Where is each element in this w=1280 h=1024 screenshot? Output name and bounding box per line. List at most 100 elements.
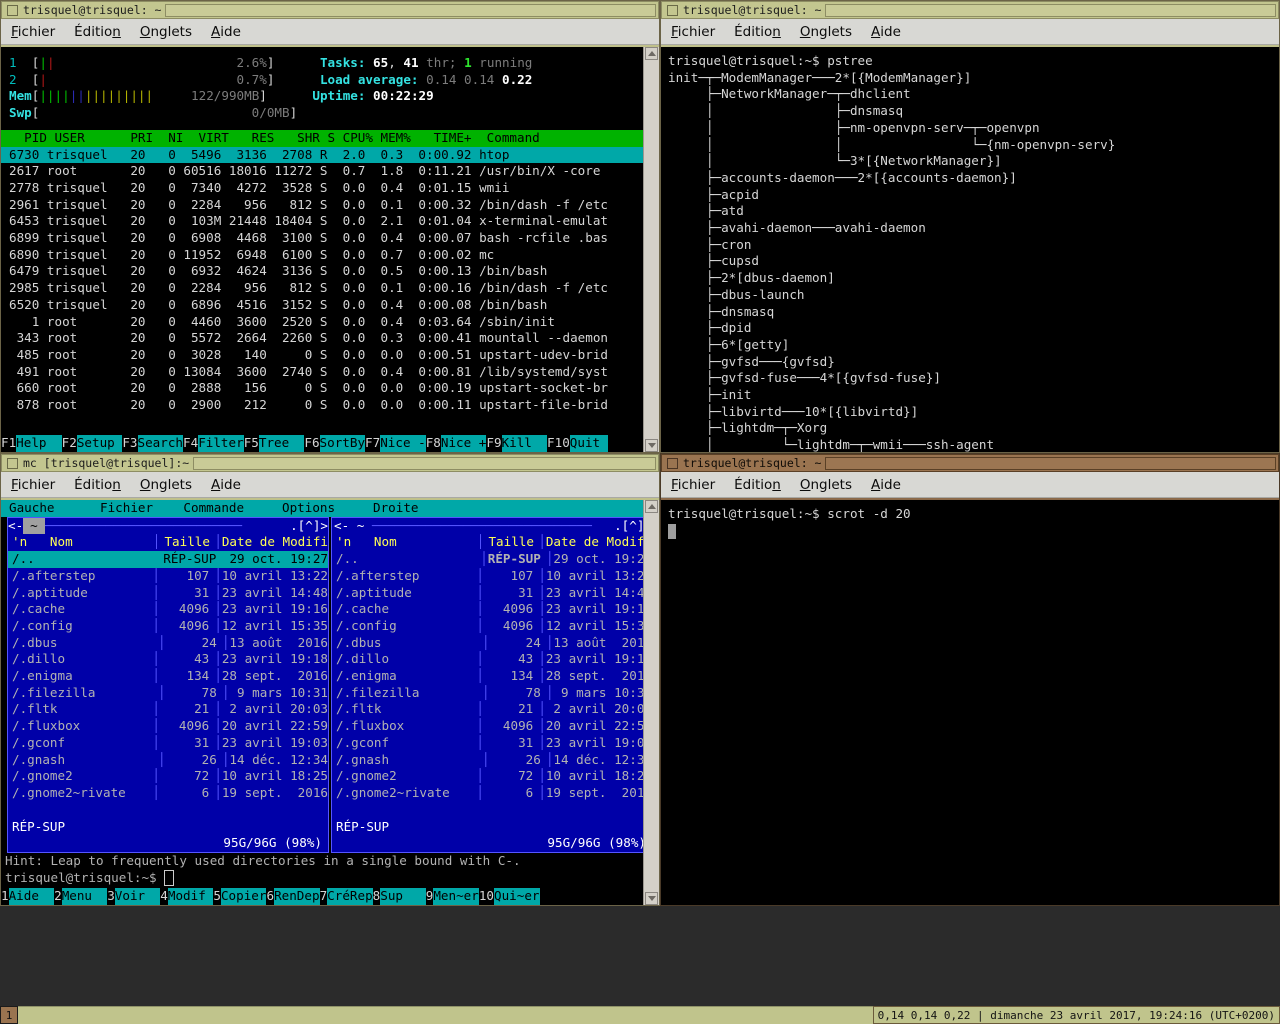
fkey-f3-label[interactable]: Search bbox=[137, 435, 184, 452]
fkey-f5-label[interactable]: Tree bbox=[258, 435, 305, 452]
list-item[interactable]: /.gnash │ 26 │ 14 déc. 12:34 bbox=[8, 752, 328, 769]
list-item[interactable]: /.gnome2~rivate │ 6 │ 19 sept. 2016 bbox=[332, 785, 643, 802]
mc-app-menubar[interactable]: Gauche Fichier Commande Options Droite bbox=[1, 500, 643, 517]
list-item[interactable]: /.dillo │ 43 │ 23 avril 19:18 bbox=[332, 651, 643, 668]
menu-edition[interactable]: Édition bbox=[74, 477, 121, 493]
mc-fkey-10-key[interactable]: 10 bbox=[478, 888, 495, 905]
mc-scrollbar[interactable] bbox=[643, 500, 659, 905]
mc-fkey-10-label[interactable]: Qui~er bbox=[494, 888, 540, 905]
htop-row[interactable]: 491 root 20 0 13084 3600 2740 S 0.0 0.4 … bbox=[1, 364, 643, 381]
menu-edition[interactable]: Édition bbox=[734, 24, 781, 40]
mc-panel-left-path-bar[interactable]: <- ~ <-~──────────────────────────.[^]> bbox=[8, 517, 328, 535]
fkey-f3-key[interactable]: F3 bbox=[122, 435, 138, 452]
list-item[interactable]: /.. RÉP-SUP 29 oct. 19:27 bbox=[8, 551, 328, 568]
mc-col-size[interactable]: Taille bbox=[484, 534, 538, 551]
mc-panel-right-path-bar[interactable]: <- ~ ─────────────────────────────.[^]> bbox=[332, 518, 643, 535]
list-item[interactable]: /.gconf │ 31 │ 23 avril 19:03 bbox=[332, 735, 643, 752]
menu-edition[interactable]: Édition bbox=[74, 24, 121, 40]
menu-edition[interactable]: Édition bbox=[734, 477, 781, 493]
list-item[interactable]: /.cache │ 4096 │ 23 avril 19:16 bbox=[332, 601, 643, 618]
list-item[interactable]: /.filezilla │ 78 │ 9 mars 10:31 bbox=[8, 685, 328, 702]
menu-onglets[interactable]: Onglets bbox=[800, 477, 852, 493]
list-item[interactable]: /.dbus │ 24 │ 13 août 2016 bbox=[8, 635, 328, 652]
htop-row[interactable]: 878 root 20 0 2900 212 0 S 0.0 0.0 0:00.… bbox=[1, 397, 643, 414]
mc-fkey-7-label[interactable]: CréRep bbox=[327, 888, 373, 905]
list-item[interactable]: /.gconf │ 31 │ 23 avril 19:03 bbox=[8, 735, 328, 752]
list-item[interactable]: /.afterstep │ 107 │ 10 avril 13:22 bbox=[332, 568, 643, 585]
fkey-f4-key[interactable]: F4 bbox=[183, 435, 199, 452]
htop-row[interactable]: 6899 trisquel 20 0 6908 4468 3100 S 0.0 … bbox=[1, 230, 643, 247]
htop-process-list[interactable]: 6730 trisquel 20 0 5496 3136 2708 R 2.0 … bbox=[1, 146, 643, 414]
window-mc[interactable]: mc [trisquel@trisquel]:~ Fichier Édition… bbox=[0, 453, 660, 906]
fkey-f4-label[interactable]: Filter bbox=[198, 435, 244, 452]
htop-row[interactable]: 6890 trisquel 20 0 11952 6948 6100 S 0.0… bbox=[1, 247, 643, 264]
mc-right-path[interactable]: <- ~ bbox=[332, 518, 364, 535]
list-item[interactable]: /.enigma │ 134 │ 28 sept. 2016 bbox=[8, 668, 328, 685]
mc-menu-options[interactable]: Options bbox=[282, 500, 335, 515]
list-item[interactable]: /.config │ 4096 │ 12 avril 15:35 bbox=[8, 618, 328, 635]
htop-row[interactable]: 2778 trisquel 20 0 7340 4272 3528 S 0.0 … bbox=[1, 180, 643, 197]
mc-left-columns[interactable]: 'n Nom │ Taille │ Date de Modifi bbox=[8, 534, 328, 551]
mc-menu-commande[interactable]: Commande bbox=[183, 500, 244, 515]
mc-titlebar[interactable]: mc [trisquel@trisquel]:~ bbox=[1, 454, 659, 472]
scroll-down-icon[interactable] bbox=[645, 439, 658, 452]
mc-fkey-5-label[interactable]: Copier bbox=[220, 888, 267, 905]
list-item[interactable]: /.fluxbox │ 4096 │ 20 avril 22:59 bbox=[332, 718, 643, 735]
scroll-up-icon[interactable] bbox=[645, 47, 658, 60]
mc-menu-droite[interactable]: Droite bbox=[373, 500, 419, 515]
menu-fichier[interactable]: Fichier bbox=[11, 24, 55, 40]
list-item[interactable]: /.gnash │ 26 │ 14 déc. 12:34 bbox=[332, 752, 643, 769]
menu-onglets[interactable]: Onglets bbox=[800, 24, 852, 40]
mc-fkey-1-label[interactable]: Aide bbox=[8, 888, 55, 905]
menu-aide[interactable]: Aide bbox=[871, 24, 901, 40]
menu-aide[interactable]: Aide bbox=[211, 477, 241, 493]
menu-fichier[interactable]: Fichier bbox=[671, 477, 715, 493]
htop-row[interactable]: 660 root 20 0 2888 156 0 S 0.0 0.0 0:00.… bbox=[1, 380, 643, 397]
mc-col-name[interactable]: 'n Nom bbox=[8, 534, 153, 551]
scrot-terminal[interactable]: trisquel@trisquel:~$ scrot -d 20 bbox=[661, 500, 1279, 905]
fkey-f10-label[interactable]: Quit bbox=[569, 435, 608, 452]
htop-row[interactable]: 6453 trisquel 20 0 103M 21448 18404 S 0.… bbox=[1, 213, 643, 230]
mc-fkey-9-label[interactable]: Men~er bbox=[433, 888, 479, 905]
mc-fkey-8-key[interactable]: 8 bbox=[372, 888, 381, 905]
mc-right-corner[interactable]: .[^]> bbox=[614, 518, 643, 535]
htop-function-keys[interactable]: F1 Help F2 Setup F3 Search F4 Filter F5 Tree F6… bbox=[1, 435, 608, 452]
fkey-f8-key[interactable]: F8 bbox=[425, 435, 441, 452]
mc-menubar[interactable]: Fichier Édition Onglets Aide bbox=[1, 472, 659, 498]
fkey-f9-label[interactable]: Kill bbox=[501, 435, 548, 452]
htop-row[interactable]: 6520 trisquel 20 0 6896 4516 3152 S 0.0 … bbox=[1, 297, 643, 314]
htop-row[interactable]: 1 root 20 0 4460 3600 2520 S 0.0 0.4 0:0… bbox=[1, 314, 643, 331]
mc-panel-right[interactable]: <- ~ ─────────────────────────────.[^]> … bbox=[331, 516, 643, 854]
mc-fkey-2-key[interactable]: 2 bbox=[54, 888, 62, 905]
window-htop[interactable]: trisquel@trisquel: ~ Fichier Édition Ong… bbox=[0, 0, 660, 453]
taskbar[interactable]: 1 0,14 0,14 0,22 | dimanche 23 avril 201… bbox=[0, 1006, 1280, 1024]
htop-row[interactable]: 2617 root 20 0 60516 18016 11272 S 0.7 1… bbox=[1, 163, 643, 180]
menu-fichier[interactable]: Fichier bbox=[11, 477, 55, 493]
htop-titlebar[interactable]: trisquel@trisquel: ~ bbox=[1, 1, 659, 19]
mc-panel-left[interactable]: <- ~ <-~──────────────────────────.[^]> … bbox=[7, 516, 329, 854]
fkey-f1-key[interactable]: F1 bbox=[1, 435, 17, 452]
list-item[interactable]: /.cache │ 4096 │ 23 avril 19:16 bbox=[8, 601, 328, 618]
pstree-titlebar[interactable]: trisquel@trisquel: ~ bbox=[661, 1, 1279, 19]
fkey-f5-key[interactable]: F5 bbox=[243, 435, 259, 452]
list-item[interactable]: /.fltk │ 21 │ 2 avril 20:03 bbox=[332, 701, 643, 718]
pstree-menubar[interactable]: Fichier Édition Onglets Aide bbox=[661, 19, 1279, 45]
fkey-f2-key[interactable]: F2 bbox=[61, 435, 77, 452]
mc-fkey-1-key[interactable]: 1 bbox=[1, 888, 9, 905]
fkey-f7-label[interactable]: Nice - bbox=[380, 435, 426, 452]
mc-fkey-6-label[interactable]: RenDep bbox=[274, 888, 320, 905]
htop-terminal[interactable]: 1 [|| 2.6%] Tasks: 65, 41 thr; 1 running… bbox=[1, 47, 643, 452]
window-pstree[interactable]: trisquel@trisquel: ~ Fichier Édition Ong… bbox=[660, 0, 1280, 453]
mc-left-tab[interactable]: ~ bbox=[23, 517, 45, 535]
list-item[interactable]: /.fltk │ 21 │ 2 avril 20:03 bbox=[8, 701, 328, 718]
htop-row[interactable]: 2985 trisquel 20 0 2284 956 812 S 0.0 0.… bbox=[1, 280, 643, 297]
mc-col-date[interactable]: Date de Modifi bbox=[222, 534, 328, 551]
mc-fkey-4-label[interactable]: Modif bbox=[167, 888, 214, 905]
mc-fkey-5-key[interactable]: 5 bbox=[213, 888, 221, 905]
taskbar-empty-space[interactable] bbox=[18, 1006, 873, 1024]
mc-shell-line[interactable]: trisquel@trisquel:~$ bbox=[1, 869, 643, 887]
menu-fichier[interactable]: Fichier bbox=[671, 24, 715, 40]
htop-row[interactable]: 485 root 20 0 3028 140 0 S 0.0 0.0 0:00.… bbox=[1, 347, 643, 364]
fkey-f1-label[interactable]: Help bbox=[16, 435, 62, 452]
mc-col-name[interactable]: 'n Nom bbox=[332, 534, 477, 551]
